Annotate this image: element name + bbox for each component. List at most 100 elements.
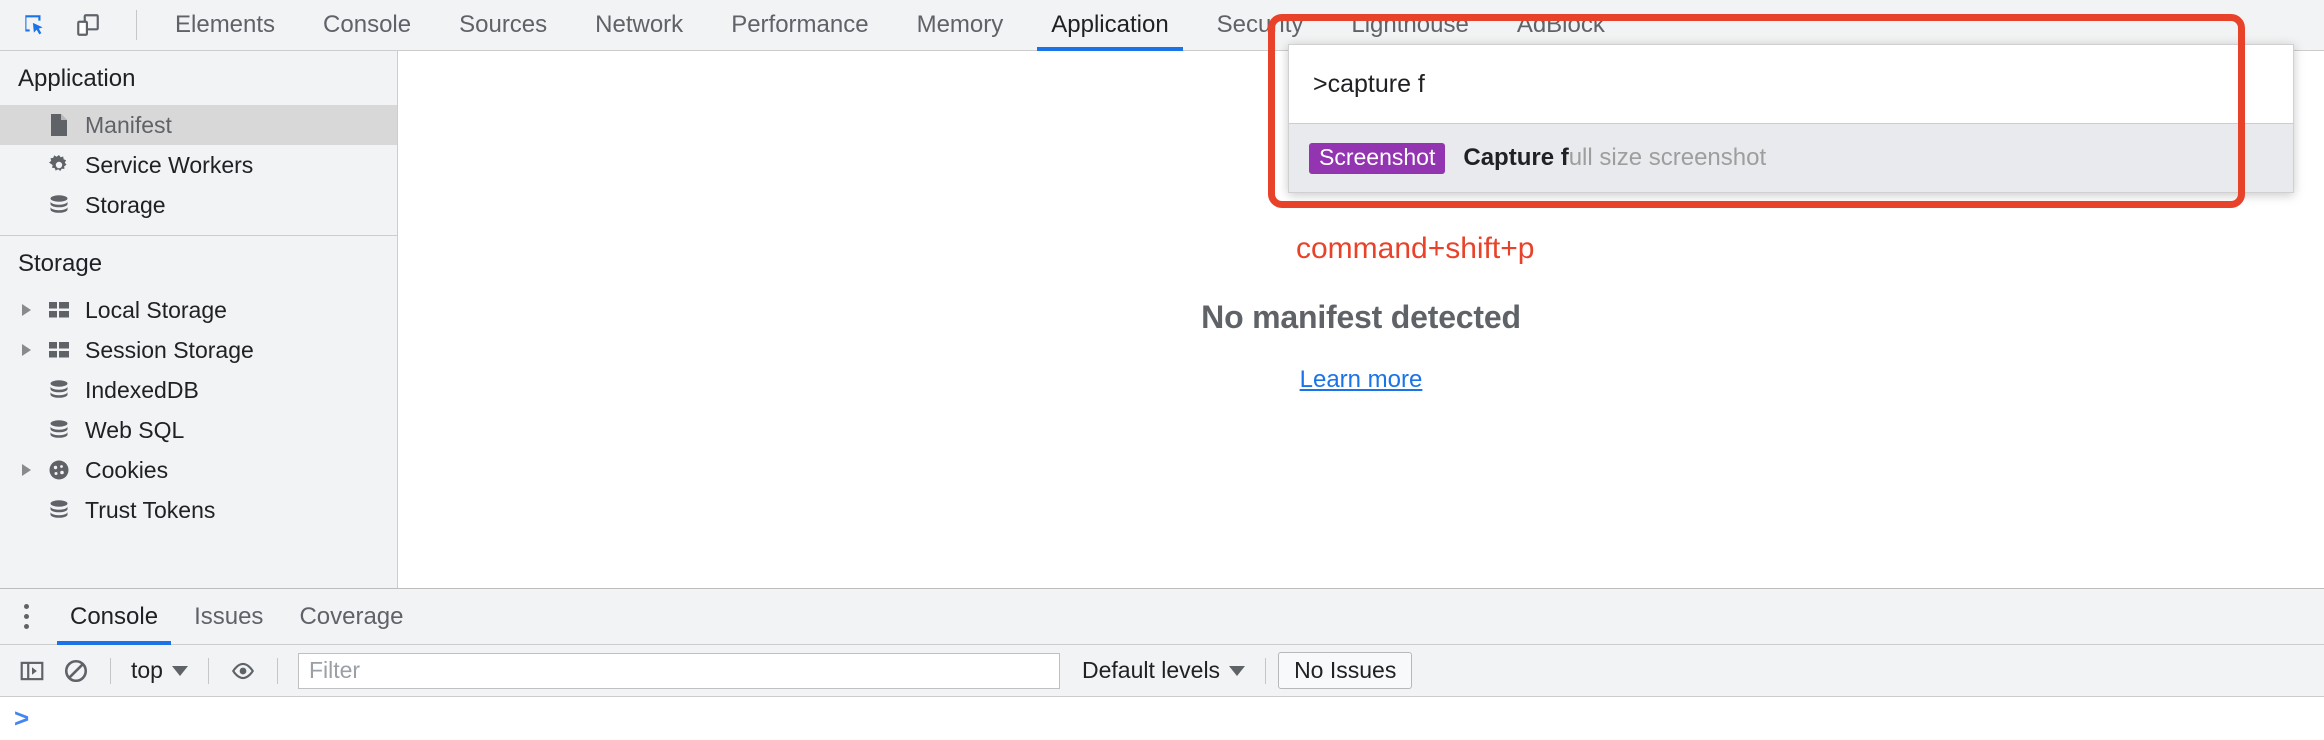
tab-security[interactable]: Security: [1193, 0, 1328, 51]
sidebar-item-label: Trust Tokens: [85, 496, 216, 523]
chevron-down-icon: [1229, 665, 1246, 676]
table-icon: [46, 297, 72, 323]
section-title-application: Application: [18, 65, 136, 92]
sidebar-item-label: IndexedDB: [85, 376, 199, 403]
sidebar-item-local-storage[interactable]: Local Storage: [0, 290, 397, 330]
tab-label: Console: [323, 11, 412, 38]
tab-label: Lighthouse: [1351, 11, 1469, 38]
document-icon: [46, 112, 72, 138]
inspect-element-icon[interactable]: [14, 7, 54, 43]
drawer-tab-coverage[interactable]: Coverage: [281, 589, 421, 645]
tab-label: AdBlock: [1516, 11, 1605, 38]
drawer-tab-label: Issues: [194, 602, 264, 630]
sidebar-item-trust-tokens[interactable]: Trust Tokens: [0, 490, 397, 530]
sidebar-item-cookies[interactable]: Cookies: [0, 450, 397, 490]
database-icon: [46, 192, 72, 218]
tab-label: Memory: [916, 11, 1004, 38]
console-prompt-icon: >: [14, 703, 30, 733]
application-sidebar: Application Manifest Service Workers Sto…: [0, 51, 398, 588]
tab-adblock[interactable]: AdBlock: [1493, 0, 1629, 51]
toolbar-divider: [276, 657, 278, 684]
table-icon: [46, 337, 72, 363]
execution-context-selector[interactable]: top: [123, 657, 196, 684]
tab-application[interactable]: Application: [1027, 0, 1192, 51]
console-message-list: >: [0, 697, 2324, 740]
tab-label: Security: [1216, 11, 1304, 38]
devtools-window: Elements Console Sources Network Perform…: [0, 0, 2324, 740]
drawer-tab-label: Console: [70, 602, 159, 630]
command-palette-input-row: [1289, 45, 2293, 123]
dot: [23, 624, 29, 629]
panel-tabs: Elements Console Sources Network Perform…: [151, 0, 1629, 51]
tab-elements[interactable]: Elements: [151, 0, 299, 51]
tab-sources[interactable]: Sources: [435, 0, 571, 51]
live-expression-icon[interactable]: [221, 649, 265, 693]
empty-state: No manifest detected Learn more: [398, 299, 2324, 394]
command-palette-input[interactable]: [1311, 68, 2271, 100]
sidebar-item-service-workers[interactable]: Service Workers: [0, 145, 397, 185]
chevron-down-icon: [171, 665, 188, 676]
drawer-tab-console[interactable]: Console: [52, 589, 176, 645]
sidebar-item-indexeddb[interactable]: IndexedDB: [0, 370, 397, 410]
matched-text: Capture f: [1463, 144, 1569, 171]
console-toolbar: top Default levels No Issues: [0, 645, 2324, 697]
sidebar-item-label: Web SQL: [85, 416, 185, 443]
sidebar-item-web-sql[interactable]: Web SQL: [0, 410, 397, 450]
application-section: Application Manifest Service Workers Sto…: [0, 51, 397, 236]
sidebar-item-label: Manifest: [85, 111, 172, 138]
tab-label: Elements: [175, 11, 276, 38]
toolbar-divider: [207, 657, 209, 684]
sidebar-item-manifest[interactable]: Manifest: [0, 105, 397, 145]
bottom-drawer: Console Issues Coverage top Filter Defau…: [0, 588, 2324, 740]
chevron-right-icon[interactable]: [22, 464, 31, 476]
chevron-right-icon[interactable]: [22, 344, 31, 356]
tab-console[interactable]: Console: [299, 0, 435, 51]
learn-more-link[interactable]: Learn more: [1300, 366, 1423, 394]
tab-label: Network: [595, 11, 684, 38]
tab-label: Performance: [731, 11, 869, 38]
storage-section: Storage Local Storage Session Storage In…: [0, 236, 397, 530]
drawer-tab-issues[interactable]: Issues: [176, 589, 281, 645]
toolbar-left-icons: [0, 7, 151, 43]
device-toolbar-icon[interactable]: [68, 7, 108, 43]
execution-context-value: top: [131, 657, 163, 683]
clear-console-icon[interactable]: [54, 649, 98, 693]
sidebar-item-label: Service Workers: [85, 151, 254, 178]
page-title: No manifest detected: [1201, 299, 1521, 335]
section-title-storage: Storage: [18, 250, 103, 277]
database-icon: [46, 417, 72, 443]
log-levels-value: Default levels: [1081, 657, 1221, 683]
toolbar-divider: [1265, 657, 1267, 684]
console-sidebar-icon[interactable]: [10, 649, 54, 693]
sidebar-item-label: Storage: [85, 191, 166, 218]
drawer-tab-label: Coverage: [299, 602, 404, 630]
sidebar-item-session-storage[interactable]: Session Storage: [0, 330, 397, 370]
sidebar-item-label: Session Storage: [85, 336, 254, 363]
chevron-right-icon[interactable]: [22, 304, 31, 316]
tab-network[interactable]: Network: [571, 0, 707, 51]
rest-text: ull size screenshot: [1568, 144, 1767, 171]
annotation-shortcut-label: command+shift+p: [1296, 232, 1535, 265]
cookie-icon: [46, 457, 72, 483]
command-palette: Screenshot Capture full size screenshot: [1288, 44, 2294, 193]
tab-label: Application: [1051, 11, 1169, 38]
sidebar-item-storage[interactable]: Storage: [0, 185, 397, 225]
command-palette-item-label: Capture full size screenshot: [1463, 144, 1766, 172]
log-levels-selector[interactable]: Default levels: [1074, 657, 1253, 684]
filter-input[interactable]: [297, 652, 1060, 689]
toolbar-divider: [110, 657, 111, 684]
tab-memory[interactable]: Memory: [893, 0, 1028, 51]
toolbar-divider: [136, 10, 137, 40]
dot: [23, 604, 29, 609]
command-palette-item[interactable]: Screenshot Capture full size screenshot: [1289, 130, 2293, 186]
gear-icon: [46, 152, 72, 178]
tab-lighthouse[interactable]: Lighthouse: [1327, 0, 1492, 51]
more-options-icon[interactable]: [0, 589, 52, 645]
tab-performance[interactable]: Performance: [707, 0, 892, 51]
command-palette-results: Screenshot Capture full size screenshot: [1289, 124, 2293, 192]
status-badge: Screenshot: [1309, 142, 1446, 174]
drawer-tab-bar: Console Issues Coverage: [0, 589, 2324, 645]
tab-label: Sources: [459, 11, 548, 38]
issues-button[interactable]: No Issues: [1278, 652, 1413, 689]
dot: [23, 614, 29, 619]
